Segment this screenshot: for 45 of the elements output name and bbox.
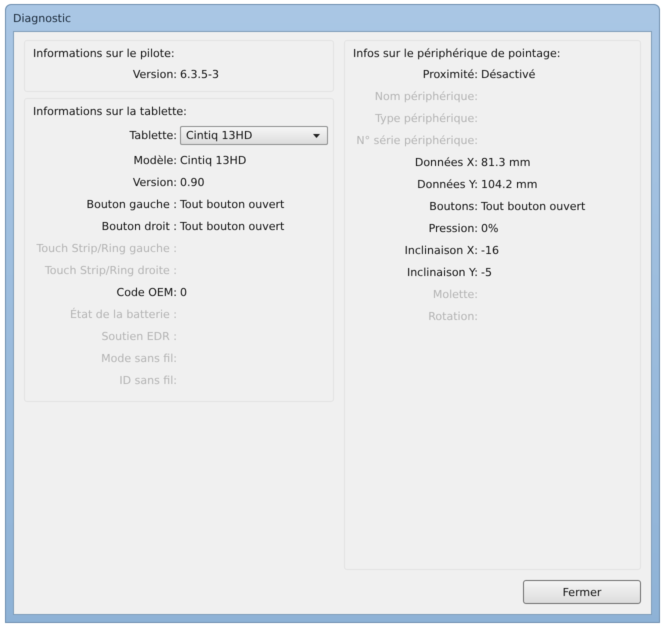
field-value: -16 [481,244,500,257]
section-title: Infos sur le périphérique de pointage: [353,47,562,60]
section-title: Informations sur la tablette: [33,105,188,118]
caret-icon [313,134,320,138]
field-label: Données X: [414,156,478,169]
field-value: 81.3 mm [481,156,532,169]
field-value: Tout bouton ouvert [481,200,586,213]
field-label: Version: [132,176,177,189]
field-label: N° série périphérique: [355,134,478,147]
field-label: État de la batterie : [68,308,177,321]
field-label: Proximité: [422,68,478,81]
field-label: Pression: [428,222,478,235]
field-label: Nom périphérique: [374,90,478,103]
field-value: Tout bouton ouvert [180,220,286,233]
field-label: ID sans fil: [118,374,177,387]
field-label: Boutons: [428,200,478,213]
field-label: Données Y: [416,178,478,191]
field-label: Soutien EDR : [100,330,177,343]
field-label: Molette: [432,288,478,301]
field-label: Code OEM: [116,286,177,299]
field-label: Version: [132,68,177,81]
field-value: 6.3.5-3 [180,68,220,81]
field-value: Désactivé [481,68,536,81]
field-label: Modèle: [132,154,177,167]
field-label: Touch Strip/Ring droite : [44,264,177,277]
field-value: Cintiq 13HD [180,154,248,167]
tablet-dropdown[interactable]: Cintiq 13HD [180,126,328,145]
field-value: 0.90 [180,176,206,189]
field-value: 104.2 mm [481,178,538,191]
close-button[interactable]: Fermer [523,580,641,604]
field-label: Inclinaison X: [404,244,478,257]
window-title: Diagnostic [13,12,72,24]
section-title: Informations sur le pilote: [33,47,176,60]
field-label: Rotation: [427,310,478,323]
field-label: Inclinaison Y: [406,266,478,279]
field-label: Tablette: [128,129,177,142]
field-label: Bouton droit : [100,220,177,233]
field-label: Mode sans fil: [100,352,177,365]
field-value: -5 [481,266,493,279]
field-label: Type périphérique: [374,112,478,125]
field-value: 0% [481,222,500,235]
field-value: Tout bouton ouvert [180,198,286,211]
field-label: Touch Strip/Ring gauche : [36,242,177,255]
field-value: 0 [180,286,188,299]
field-label: Bouton gauche : [86,198,177,211]
